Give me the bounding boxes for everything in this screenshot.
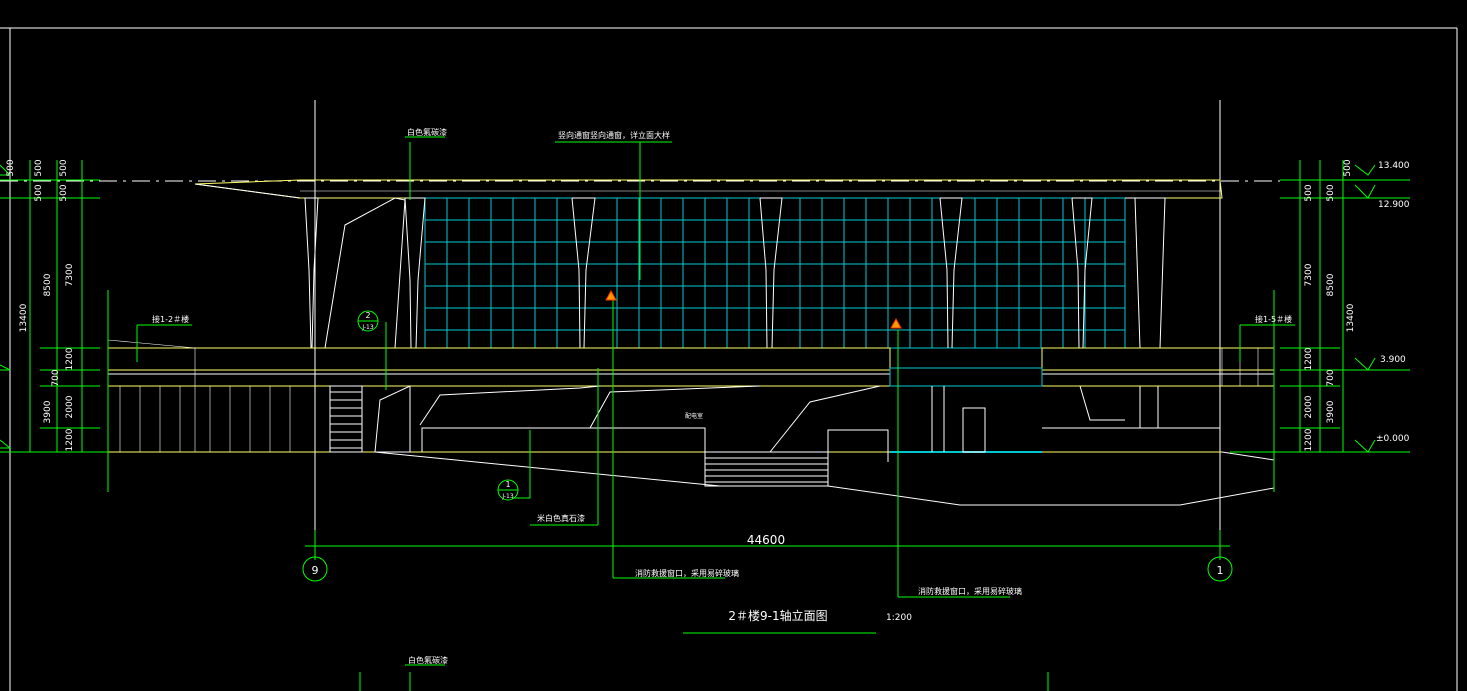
svg-text:1200: 1200 [1304, 347, 1314, 370]
elevation-marks: 13.400 12.900 3.900 ±0.000 [1376, 161, 1410, 444]
svg-text:白色氟碳漆: 白色氟碳漆 [408, 655, 448, 665]
svg-text:500: 500 [34, 159, 44, 176]
svg-text:消防救援窗口，采用易碎玻璃: 消防救援窗口，采用易碎玻璃 [635, 568, 739, 578]
svg-text:7300: 7300 [1304, 263, 1314, 286]
svg-text:500: 500 [6, 159, 16, 176]
ground-floor [108, 385, 1275, 506]
roof-canopy [194, 179, 1223, 199]
svg-text:13400: 13400 [19, 303, 29, 332]
detail-tag-2: 2 J-13 [357, 310, 379, 332]
svg-text:500: 500 [59, 184, 69, 201]
svg-text:7300: 7300 [65, 263, 75, 286]
svg-text:1200: 1200 [65, 428, 75, 451]
annotation-notes: 白色氟碳漆 竖向通窗竖向通窗，详立面大样 接1-2＃楼 接1-5＃楼 米白色真石… [152, 127, 1292, 665]
svg-text:500: 500 [1304, 184, 1314, 201]
svg-text:1200: 1200 [65, 347, 75, 370]
svg-text:±0.000: ±0.000 [1376, 434, 1410, 444]
svg-text:13.400: 13.400 [1378, 161, 1410, 171]
svg-text:12.900: 12.900 [1378, 200, 1410, 210]
svg-text:2000: 2000 [65, 395, 75, 418]
svg-text:1200: 1200 [1304, 428, 1314, 451]
svg-text:竖向通窗竖向通窗，详立面大样: 竖向通窗竖向通窗，详立面大样 [558, 130, 670, 140]
svg-text:接1-2＃楼: 接1-2＃楼 [152, 314, 189, 324]
svg-text:J-13: J-13 [501, 493, 514, 500]
detail-tag-1: 1 J-13 [497, 479, 519, 501]
right-dimension-texts: 500 500 7300 1200 700 2000 1200 8500 390… [1304, 159, 1356, 451]
svg-text:3.900: 3.900 [1380, 355, 1406, 365]
svg-text:500: 500 [59, 159, 69, 176]
axis-label-left: 9 [312, 564, 319, 577]
curtain-wall-glass [424, 197, 1126, 349]
drawing-scale: 1:200 [886, 613, 912, 623]
svg-text:700: 700 [51, 369, 61, 386]
axis-grid-lines [314, 100, 1221, 555]
svg-text:700: 700 [1326, 369, 1336, 386]
left-dimension-chain [0, 160, 109, 492]
svg-text:500: 500 [1326, 184, 1336, 201]
overall-dimension-text: 44600 [747, 533, 785, 547]
svg-text:3900: 3900 [1326, 400, 1336, 423]
svg-text:J-13: J-13 [361, 324, 374, 331]
svg-text:500: 500 [1343, 159, 1353, 176]
svg-text:8500: 8500 [1326, 273, 1336, 296]
svg-text:白色氟碳漆: 白色氟碳漆 [407, 127, 447, 137]
svg-text:500: 500 [34, 184, 44, 201]
svg-text:接1-5＃楼: 接1-5＃楼 [1255, 314, 1292, 324]
svg-text:配电室: 配电室 [685, 412, 703, 420]
svg-text:2000: 2000 [1304, 395, 1314, 418]
podium-band [107, 347, 1275, 453]
frame-border [0, 27, 1458, 691]
svg-text:2: 2 [365, 311, 370, 320]
svg-text:8500: 8500 [43, 273, 53, 296]
axis-label-right: 1 [1217, 564, 1224, 577]
svg-text:13400: 13400 [1346, 303, 1356, 332]
svg-text:消防救援窗口，采用易碎玻璃: 消防救援窗口，采用易碎玻璃 [918, 586, 1022, 596]
left-dimension-texts: 500 500 500 500 7300 1200 700 2000 1200 … [6, 159, 75, 451]
elevation-drawing: 2 J-13 1 J-13 500 500 500 500 7300 1200 … [0, 27, 1458, 691]
stair-railings [107, 339, 1259, 452]
svg-text:米白色真石漆: 米白色真石漆 [537, 513, 585, 523]
svg-text:1: 1 [505, 480, 510, 489]
fire-rescue-marker-icon [605, 289, 902, 329]
drawing-title: 2＃楼9-1轴立面图 [728, 608, 827, 623]
svg-text:3900: 3900 [43, 400, 53, 423]
